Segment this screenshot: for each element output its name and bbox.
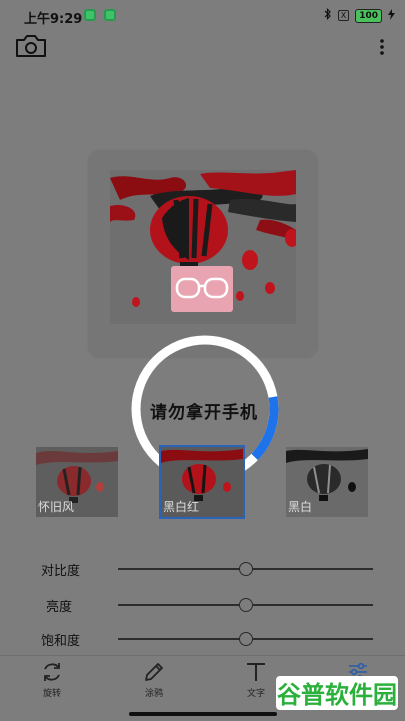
saturation-label: 饱和度 [40, 634, 80, 649]
wechat-notification-icon [84, 9, 96, 21]
nav-rotate-label: 旋转 [42, 689, 61, 699]
watermark-logo: 谷普软件园 [276, 674, 398, 712]
filter-thumb-black-white[interactable]: 黑白 [286, 447, 368, 517]
bluetooth-icon [324, 8, 332, 23]
brightness-slider[interactable] [118, 598, 373, 612]
filter-thumb-nostalgia[interactable]: 怀旧风 [36, 447, 118, 517]
status-indicators: X 100 [324, 8, 395, 23]
more-options-button[interactable] [374, 36, 390, 58]
glasses-icon [175, 277, 229, 299]
watermark-text: 谷普软件园 [277, 681, 397, 709]
battery-icon: 100 [355, 8, 382, 23]
status-bar: 上午9:29 X 100 [0, 0, 405, 32]
brightness-label: 亮度 [45, 600, 72, 615]
rotate-icon [44, 663, 60, 681]
charging-icon [388, 8, 395, 23]
sticker-glasses[interactable] [171, 266, 233, 312]
camera-icon [16, 35, 46, 57]
brightness-slider-thumb[interactable] [238, 598, 253, 612]
home-indicator[interactable] [129, 712, 277, 716]
no-sim-icon: X [337, 10, 350, 21]
nav-rotate[interactable]: 旋转 [22, 660, 82, 699]
loading-message: 请勿拿开手机 [150, 403, 258, 423]
more-vertical-icon [380, 39, 384, 55]
contrast-label: 对比度 [40, 564, 80, 579]
pencil-icon [145, 663, 163, 681]
text-icon [247, 663, 265, 681]
contrast-slider[interactable] [118, 562, 373, 576]
saturation-slider-thumb[interactable] [238, 632, 253, 646]
camera-button[interactable] [14, 33, 48, 59]
filter-label: 怀旧风 [38, 500, 75, 514]
wechat-notification-icon [104, 9, 116, 21]
nav-doodle-label: 涂鸦 [144, 689, 163, 699]
filter-label: 黑白红 [163, 500, 200, 514]
filter-thumb-black-white-red[interactable]: 黑白红 [161, 447, 243, 517]
nav-doodle[interactable]: 涂鸦 [124, 660, 184, 699]
contrast-slider-thumb[interactable] [238, 562, 253, 576]
status-time: 上午9:29 [24, 12, 83, 27]
saturation-slider[interactable] [118, 632, 373, 646]
filter-label: 黑白 [288, 500, 313, 514]
